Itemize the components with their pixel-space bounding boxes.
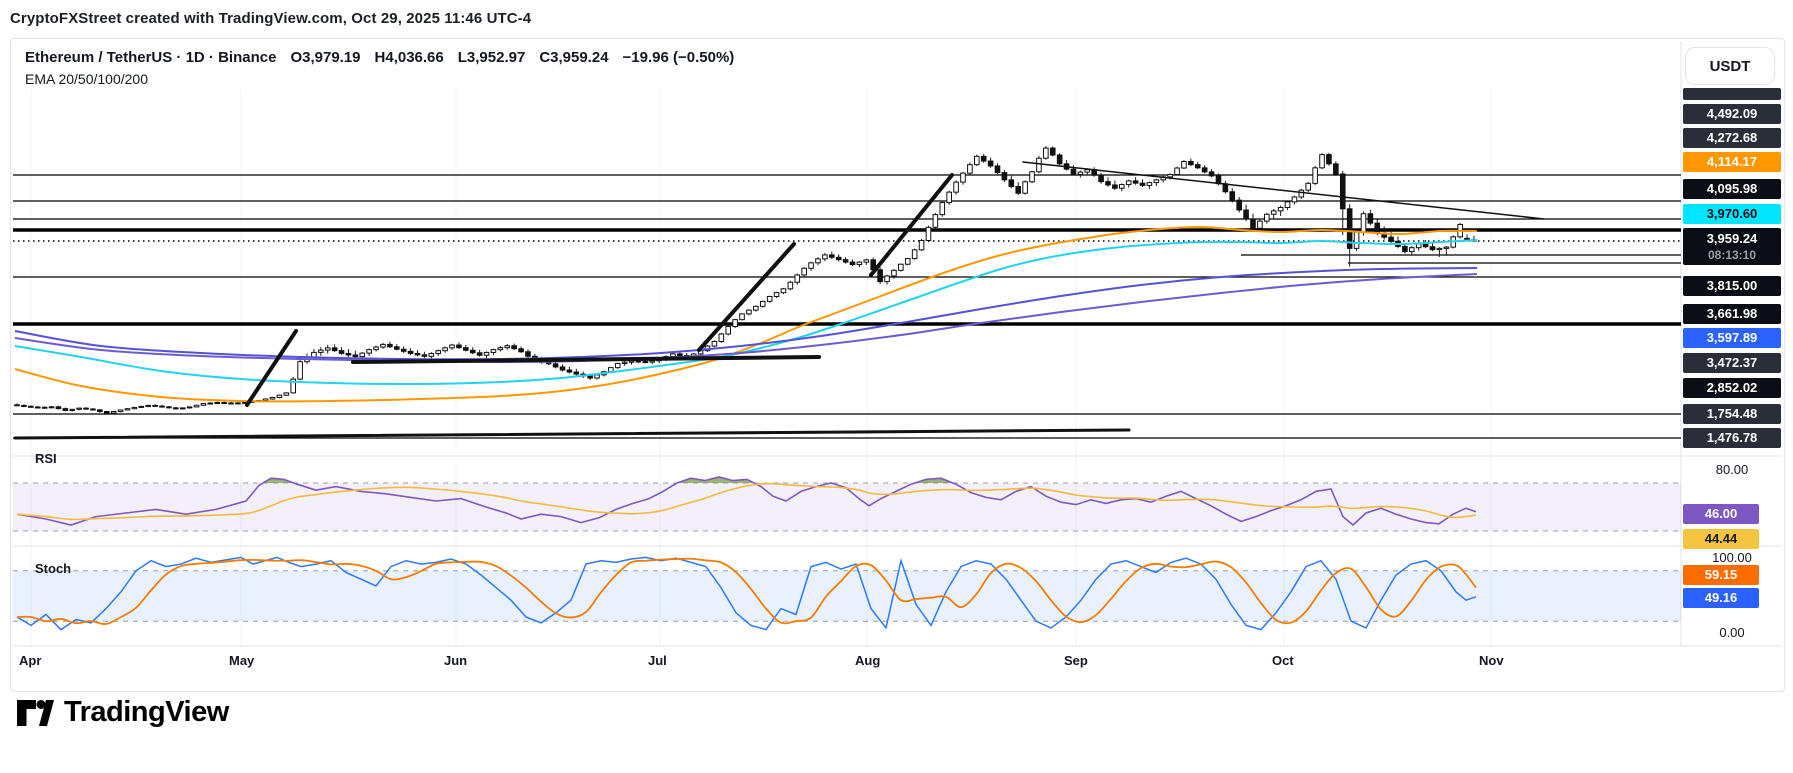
month-label-jul: Jul [648, 653, 667, 668]
price-label: 2,852.02 [1683, 378, 1781, 398]
price-label: 1,476.78 [1683, 428, 1781, 448]
indicator-value-badge: 46.00 [1683, 504, 1759, 524]
month-label-nov: Nov [1479, 653, 1504, 668]
month-label-sep: Sep [1064, 653, 1088, 668]
price-label: 4,272.68 [1683, 128, 1781, 148]
bar-countdown: 08:13:10 [1707, 248, 1757, 262]
chart-card: Ethereum / TetherUS · 1D · Binance O3,979… [10, 38, 1785, 692]
indicator-value-badge: 49.16 [1683, 588, 1759, 608]
tradingview-logo-text: TradingView [64, 695, 229, 728]
indicator-scale-label: 100.00 [1712, 550, 1752, 565]
month-label-may: May [229, 653, 255, 668]
price-label: 3,815.00 [1683, 276, 1781, 296]
tradingview-logo-icon [17, 700, 54, 726]
month-label-jun: Jun [444, 653, 468, 668]
price-label: 3,472.37 [1683, 353, 1781, 373]
price-label: 3,597.89 [1683, 328, 1781, 348]
price-label: 4,095.98 [1683, 179, 1781, 199]
month-label-oct: Oct [1272, 653, 1294, 668]
price-label: 4,114.17 [1683, 152, 1781, 172]
current-price: 3,959.24 [1706, 231, 1758, 246]
page: CryptoFXStreet created with TradingView.… [0, 0, 1793, 773]
rsi-pane-label[interactable]: RSI [35, 451, 57, 466]
stoch-pane-label[interactable]: Stoch [35, 561, 71, 576]
price-label: 1,754.48 [1683, 404, 1781, 424]
month-label-aug: Aug [855, 653, 881, 668]
chart-plot-area[interactable] [11, 39, 1784, 691]
price-label: 4,492.09 [1683, 104, 1781, 124]
indicator-scale-label: 0.00 [1719, 625, 1745, 640]
current-price-badge: 3,959.24 08:13:10 [1683, 228, 1781, 265]
price-label: 3,661.98 [1683, 304, 1781, 324]
indicator-value-badge: 59.15 [1683, 565, 1759, 585]
indicator-scale-label: 80.00 [1715, 462, 1749, 477]
price-label: 3,970.60 [1683, 204, 1781, 224]
month-label-apr: Apr [19, 653, 42, 668]
watermark-header: CryptoFXStreet created with TradingView.… [10, 10, 532, 27]
indicator-value-badge: 44.44 [1683, 529, 1759, 549]
price-label-clipped [1683, 88, 1781, 100]
tradingview-logo[interactable]: TradingView [14, 692, 229, 732]
